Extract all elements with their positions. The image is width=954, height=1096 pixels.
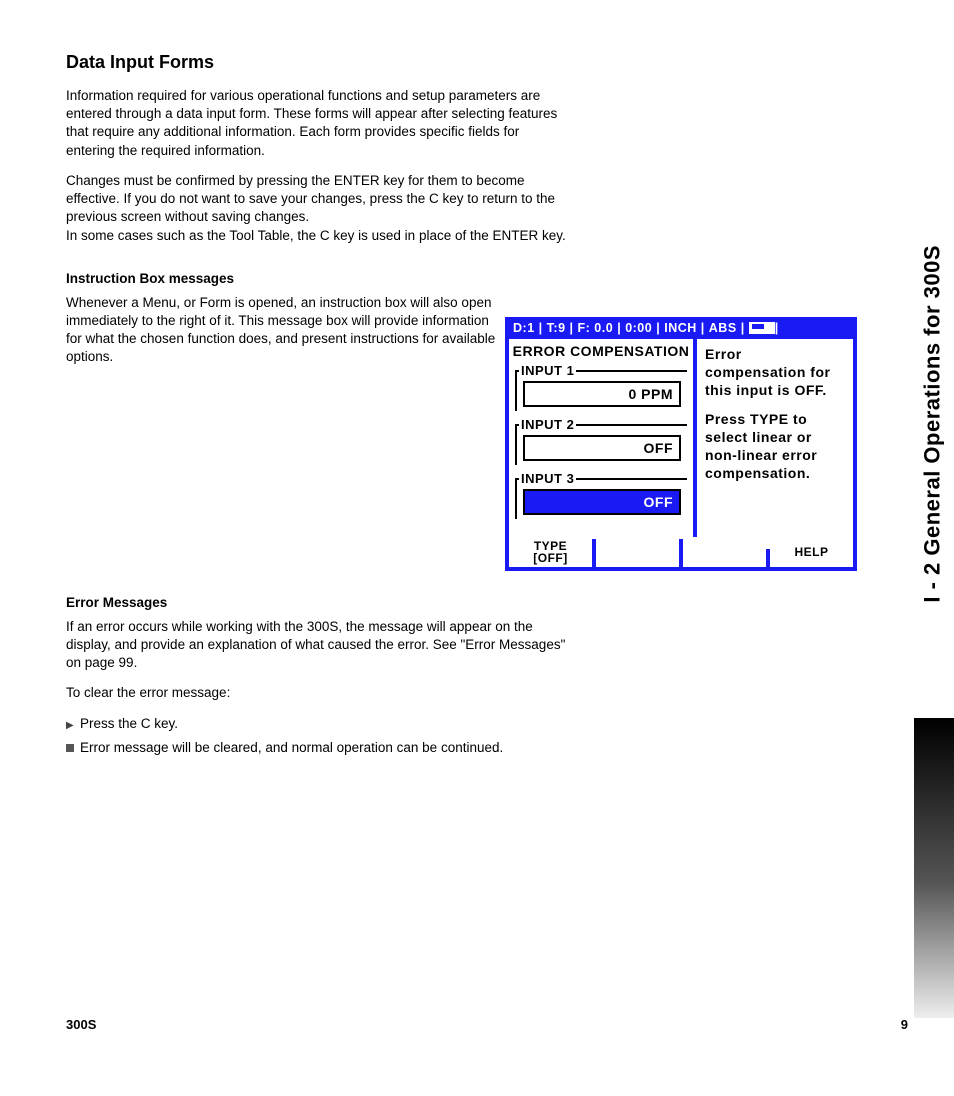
softkey-type[interactable]: TYPE [OFF] xyxy=(509,537,592,567)
softkey-empty[interactable] xyxy=(596,537,679,567)
dro-status-bar: D:1| T:9| F: 0.0| 0:00| INCH| ABS| | xyxy=(505,317,857,339)
section-heading: Data Input Forms xyxy=(66,52,626,73)
instruction-text: Press TYPE to select linear or non-linea… xyxy=(705,410,845,483)
softkey-empty[interactable] xyxy=(683,537,766,567)
list-item: ▶ Press the C key. xyxy=(66,715,626,733)
footer-model: 300S xyxy=(66,1017,96,1032)
status-time: 0:00 xyxy=(621,321,656,335)
input-1-label: INPUT 1 xyxy=(519,363,576,378)
subheading-instruction-box: Instruction Box messages xyxy=(66,271,626,286)
input-2-label: INPUT 2 xyxy=(519,417,576,432)
instruction-text: Error compensation for this input is OFF… xyxy=(705,345,845,400)
status-unit: INCH xyxy=(660,321,701,335)
thumb-tab-gradient xyxy=(914,718,954,1018)
status-t: T:9 xyxy=(543,321,570,335)
list: ▶ Press the C key. Error message will be… xyxy=(66,715,626,757)
side-tab-heading: I - 2 General Operations for 300S xyxy=(920,245,946,603)
input-2-group: INPUT 2 OFF xyxy=(515,417,687,465)
text: In some cases such as the Tool Table, th… xyxy=(66,228,566,243)
footer-page-number: 9 xyxy=(901,1017,908,1032)
list-text: Press the C key. xyxy=(80,715,550,733)
input-3-group: INPUT 3 OFF xyxy=(515,471,687,519)
paragraph: To clear the error message: xyxy=(66,684,566,702)
text: Changes must be confirmed by pressing th… xyxy=(66,173,555,224)
dro-screenshot: D:1| T:9| F: 0.0| 0:00| INCH| ABS| | ERR… xyxy=(505,317,857,571)
subheading-error-messages: Error Messages xyxy=(66,595,626,610)
input-1-field[interactable]: 0 PPM xyxy=(523,381,681,407)
dro-softkey-row: TYPE [OFF] HELP xyxy=(505,537,857,567)
square-bullet-icon xyxy=(66,739,80,757)
dro-form-title: ERROR COMPENSATION xyxy=(509,343,693,359)
softkey-sublabel: [OFF] xyxy=(533,552,568,564)
paragraph: Changes must be confirmed by pressing th… xyxy=(66,172,566,245)
input-2-field[interactable]: OFF xyxy=(523,435,681,461)
list-text: Error message will be cleared, and norma… xyxy=(80,739,550,757)
triangle-bullet-icon: ▶ xyxy=(66,715,80,733)
status-d: D:1 xyxy=(509,321,539,335)
dro-form-panel: ERROR COMPENSATION INPUT 1 0 PPM INPUT 2… xyxy=(509,339,693,539)
paragraph: Whenever a Menu, or Form is opened, an i… xyxy=(66,294,496,367)
paragraph: Information required for various operati… xyxy=(66,87,566,160)
status-f: F: 0.0 xyxy=(574,321,618,335)
paragraph: If an error occurs while working with th… xyxy=(66,618,566,673)
status-mode: ABS xyxy=(705,321,741,335)
dro-instruction-box: Error compensation for this input is OFF… xyxy=(697,339,853,549)
disk-icon xyxy=(749,322,775,334)
softkey-help[interactable]: HELP xyxy=(770,537,853,567)
input-3-label: INPUT 3 xyxy=(519,471,576,486)
input-3-field[interactable]: OFF xyxy=(523,489,681,515)
input-1-group: INPUT 1 0 PPM xyxy=(515,363,687,411)
list-item: Error message will be cleared, and norma… xyxy=(66,739,626,757)
